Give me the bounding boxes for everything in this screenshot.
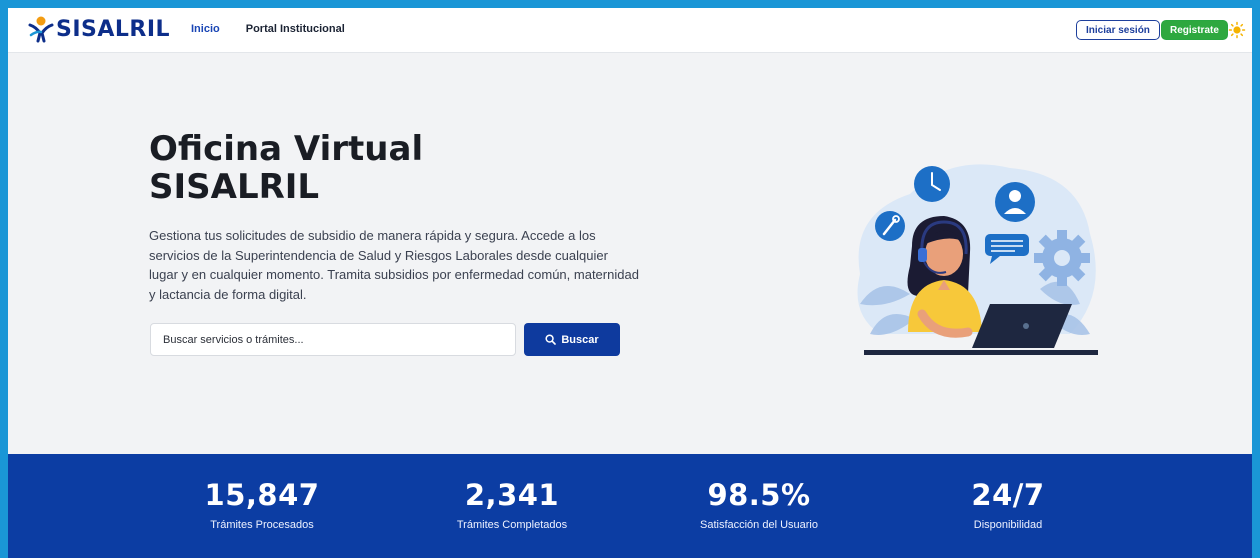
- stat-label: Disponibilidad: [973, 519, 1043, 531]
- stat-value: 98.5%: [707, 478, 811, 512]
- support-agent-illustration: [857, 164, 1098, 355]
- stat-disponibilidad: 24/7 Disponibilidad: [888, 478, 1128, 531]
- stat-tramites-completados: 2,341 Trámites Completados: [392, 478, 632, 531]
- hero-title-line-1: Oficina Virtual: [149, 129, 424, 169]
- hero-title-line-2: SISALRIL: [149, 167, 320, 207]
- nav-link-inicio[interactable]: Inicio: [191, 23, 220, 35]
- sun-icon[interactable]: [1228, 21, 1246, 39]
- app-frame: SISALRIL Inicio Portal Institucional Ini…: [8, 8, 1252, 558]
- hero-description: Gestiona tus solicitudes de subsidio de …: [149, 228, 639, 302]
- stat-value: 2,341: [464, 478, 560, 512]
- search-input[interactable]: [150, 323, 516, 356]
- hero-title: Oficina Virtual SISALRIL: [149, 130, 423, 206]
- register-button[interactable]: Registrate: [1161, 20, 1228, 40]
- logo-mark-icon: [28, 16, 54, 43]
- stat-value: 15,847: [204, 478, 320, 512]
- logo-text: SISALRIL: [56, 16, 171, 42]
- stats-bar: 15,847 Trámites Procesados 2,341 Trámite…: [8, 454, 1252, 558]
- top-navbar: SISALRIL Inicio Portal Institucional Ini…: [8, 8, 1252, 53]
- search-button[interactable]: Buscar: [524, 323, 620, 356]
- login-button[interactable]: Iniciar sesión: [1076, 20, 1160, 40]
- stat-label: Satisfacción del Usuario: [699, 519, 818, 531]
- stat-value: 24/7: [971, 478, 1045, 512]
- main-nav: Inicio Portal Institucional: [191, 23, 345, 35]
- stat-satisfaccion-usuario: 98.5% Satisfacción del Usuario: [639, 478, 879, 531]
- stat-tramites-procesados: 15,847 Trámites Procesados: [142, 478, 382, 531]
- stat-label: Trámites Procesados: [210, 519, 314, 531]
- search-icon: [545, 334, 557, 345]
- stat-label: Trámites Completados: [456, 519, 568, 531]
- search-button-label: Buscar: [561, 333, 599, 346]
- sisalril-logo[interactable]: SISALRIL: [28, 14, 170, 44]
- nav-link-portal-institucional[interactable]: Portal Institucional: [246, 23, 345, 35]
